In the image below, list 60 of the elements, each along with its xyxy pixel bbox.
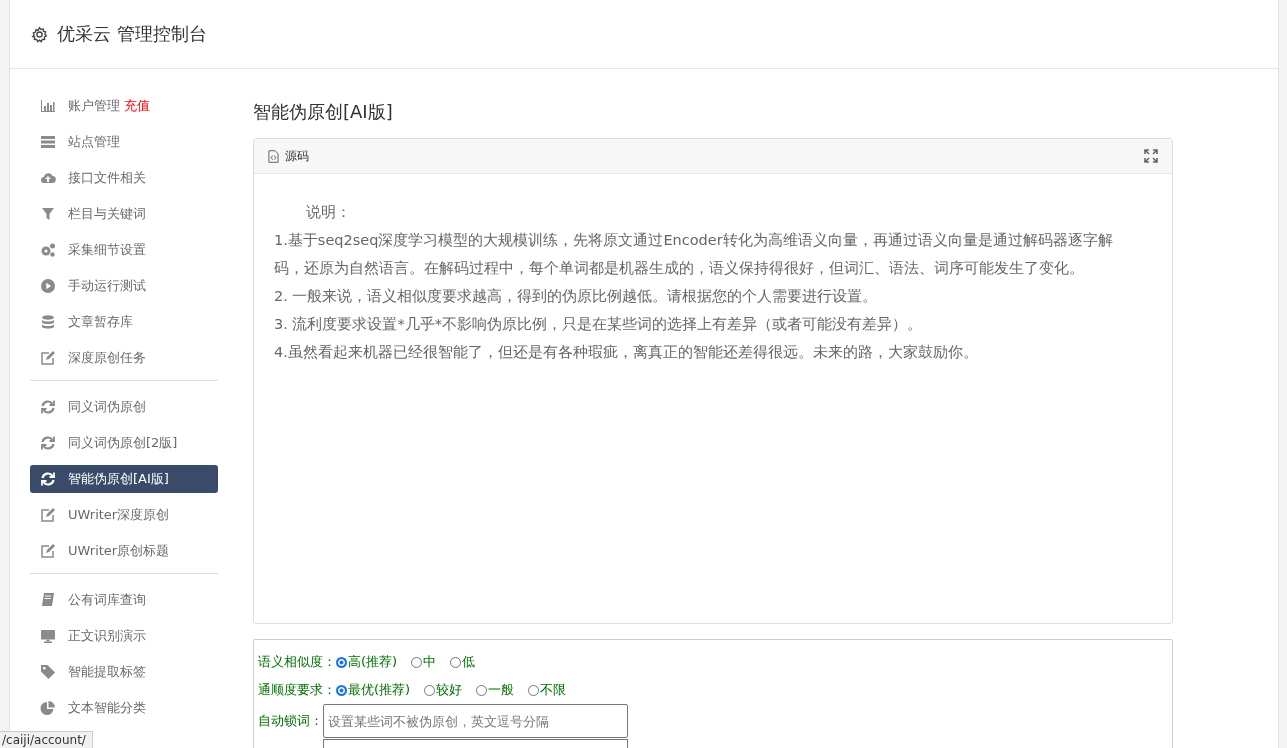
sidebar-item[interactable]: 智能提取标签 — [30, 658, 218, 686]
fullscreen-icon[interactable] — [1144, 149, 1158, 163]
description-paragraph: 1.基于seq2seq深度学习模型的大规模训练，先将原文通过Encoder转化为高维语义向量，再通过语义向量是通过解码器逐字解码，还原为自然语言。在解码过程中，每个单词都是机器生成的，语义保持得很好，但词汇、语法、词序可能发生了变化。 — [274, 231, 1114, 278]
sidebar-item[interactable]: 采集细节设置 — [30, 236, 218, 264]
sidebar-item[interactable]: 正文识别演示 — [30, 622, 218, 650]
tag-icon — [40, 664, 56, 680]
book-icon — [40, 592, 56, 608]
radio-option[interactable]: 中 — [411, 653, 437, 671]
edit-icon — [40, 350, 56, 366]
radio-option[interactable]: 一般 — [476, 681, 515, 699]
sidebar-item[interactable]: 同义词伪原创 — [30, 393, 218, 421]
radio-button[interactable] — [336, 656, 347, 668]
gears-icon — [40, 242, 56, 258]
settings-icon — [31, 25, 48, 43]
sidebar-item[interactable]: UWriter深度原创 — [30, 501, 218, 529]
option-label: 自动锁词： — [258, 712, 323, 730]
description-paragraph: 4.虽然看起来机器已经很智能了，但还是有各种瑕疵，离真正的智能还差得很远。未来的路，大家鼓励你。 — [274, 343, 979, 362]
lock-words-field[interactable]: 设置某些词不被伪原创，英文逗号分隔 — [323, 704, 628, 738]
play-icon — [40, 278, 56, 294]
cloud-upload-icon — [40, 170, 56, 186]
radio-option[interactable]: 最优(推荐) — [336, 681, 411, 699]
server-icon — [40, 134, 56, 150]
source-button[interactable]: 源码 — [268, 147, 309, 165]
radio-option[interactable]: 高(推荐) — [336, 653, 398, 671]
status-url: /caiji/account/ — [0, 731, 93, 748]
sidebar-item[interactable]: 公有词库查询 — [30, 586, 218, 614]
sidebar-item[interactable]: 手动运行测试 — [30, 272, 218, 300]
sidebar-item[interactable]: 栏目与关键词 — [30, 200, 218, 228]
sidebar-item[interactable]: 接口文件相关 — [30, 164, 218, 192]
option-label: 语义相似度： — [258, 653, 336, 671]
database-icon — [40, 314, 56, 330]
page-title: 智能伪原创[AI版] — [253, 100, 394, 124]
bar-chart-icon — [40, 98, 56, 114]
description-paragraph: 3. 流利度要求设置*几乎*不影响伪原比例，只是在某些词的选择上有差异（或者可能没有差异）。 — [274, 315, 923, 334]
sidebar-item[interactable]: 智能伪原创[AI版] — [30, 465, 218, 493]
sidebar-item[interactable]: 账户管理 充值 — [30, 92, 218, 120]
radio-option[interactable]: 低 — [450, 653, 476, 671]
file-code-icon — [268, 149, 279, 163]
radio-option[interactable]: 不限 — [528, 681, 567, 699]
edit-icon — [40, 543, 56, 559]
sidebar-item[interactable]: 站点管理 — [30, 128, 218, 156]
sidebar-item[interactable]: 同义词伪原创[2版] — [30, 429, 218, 457]
sidebar-item[interactable]: 深度原创任务 — [30, 344, 218, 372]
monitor-icon — [40, 628, 56, 644]
description-heading: 说明： — [305, 203, 352, 222]
pie-chart-icon — [40, 700, 56, 716]
edit-icon — [40, 507, 56, 523]
radio-option[interactable]: 较好 — [424, 681, 463, 699]
recharge-link[interactable]: 充值 — [124, 97, 150, 115]
radio-button[interactable] — [336, 684, 347, 696]
filter-icon — [40, 206, 56, 222]
description-paragraph: 2. 一般来说，语义相似度要求越高，得到的伪原比例越低。请根据您的个人需要进行设置。 — [274, 287, 879, 306]
refresh-icon — [40, 435, 56, 451]
option-label: 通顺度要求： — [258, 681, 336, 699]
sidebar-item[interactable]: UWriter原创标题 — [30, 537, 218, 565]
refresh-icon — [40, 399, 56, 415]
console-title: 优采云 管理控制台 — [57, 22, 207, 46]
sidebar-item[interactable]: 文本智能分类 — [30, 694, 218, 722]
sidebar-item[interactable]: 文章暂存库 — [30, 308, 218, 336]
refresh-icon — [40, 471, 56, 487]
